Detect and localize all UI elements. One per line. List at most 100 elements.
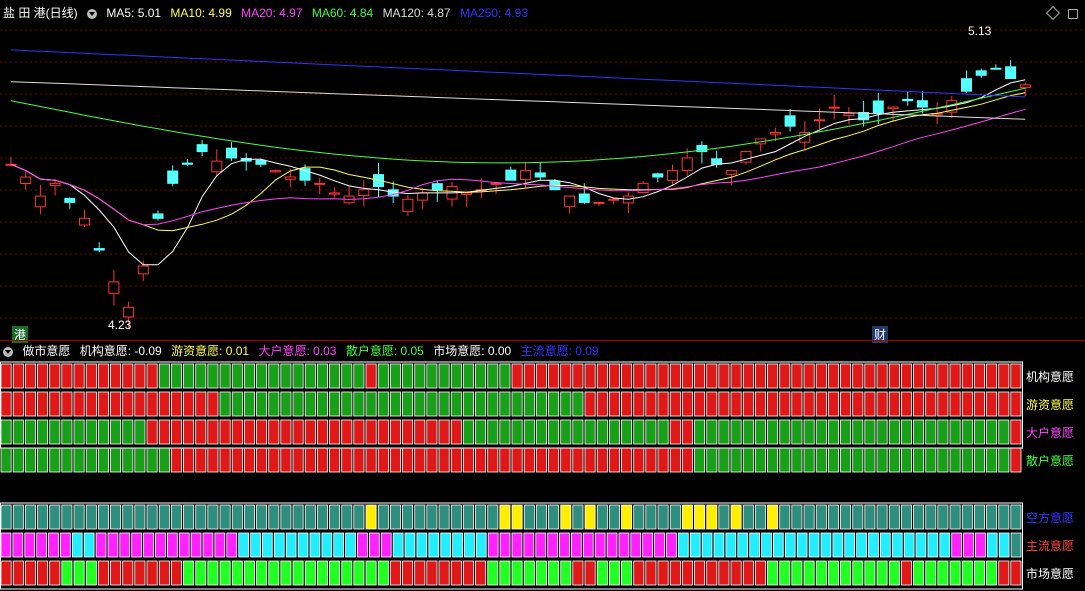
signal-cell bbox=[815, 447, 827, 473]
signal-cell bbox=[392, 532, 404, 558]
signal-cell bbox=[820, 532, 832, 558]
signal-cell bbox=[389, 560, 401, 586]
signal-cell bbox=[594, 532, 606, 558]
signal-cell bbox=[511, 419, 523, 445]
signal-cell bbox=[110, 560, 122, 586]
indicator-grid[interactable] bbox=[0, 0, 1085, 591]
signal-cell bbox=[0, 532, 12, 558]
signal-cell bbox=[915, 532, 927, 558]
signal-cell bbox=[571, 532, 582, 558]
signal-cell bbox=[37, 504, 49, 530]
signal-cell bbox=[85, 560, 97, 586]
signal-cell bbox=[345, 532, 356, 558]
signal-cell bbox=[268, 363, 280, 389]
signal-cell bbox=[730, 363, 742, 389]
signal-cell bbox=[548, 560, 560, 586]
signal-cell bbox=[414, 560, 426, 586]
signal-cell bbox=[864, 419, 876, 445]
signal-cell bbox=[365, 447, 377, 473]
signal-cell bbox=[1010, 447, 1022, 473]
signal-cell bbox=[706, 504, 718, 530]
signal-cell bbox=[238, 532, 249, 558]
signal-cell bbox=[304, 391, 316, 417]
signal-cell bbox=[49, 504, 61, 530]
signal-cell bbox=[110, 363, 122, 389]
signal-cell bbox=[572, 363, 584, 389]
signal-cell bbox=[927, 532, 939, 558]
signal-cell bbox=[61, 391, 73, 417]
signal-cell bbox=[110, 419, 122, 445]
signal-cell bbox=[231, 391, 243, 417]
signal-cell bbox=[329, 504, 341, 530]
signal-cell bbox=[998, 504, 1010, 530]
signal-cell bbox=[669, 419, 681, 445]
signal-cell bbox=[353, 391, 365, 417]
signal-cell bbox=[718, 560, 730, 586]
signal-cell bbox=[852, 504, 864, 530]
signal-cell bbox=[767, 419, 779, 445]
row-label-4: 空方意愿 bbox=[1026, 511, 1075, 525]
signal-cell bbox=[170, 447, 182, 473]
signal-cell bbox=[523, 504, 535, 530]
signal-cell bbox=[170, 560, 182, 586]
signal-cell bbox=[633, 363, 645, 389]
signal-cell bbox=[767, 447, 779, 473]
signal-cell bbox=[462, 391, 474, 417]
signal-cell bbox=[61, 363, 73, 389]
signal-cell bbox=[608, 419, 620, 445]
signal-cell bbox=[219, 447, 231, 473]
signal-cell bbox=[900, 391, 912, 417]
signal-cell bbox=[523, 391, 535, 417]
signal-cell bbox=[998, 447, 1010, 473]
signal-cell bbox=[329, 560, 341, 586]
row-label-0: 机构意愿 bbox=[1026, 370, 1075, 384]
signal-cell bbox=[791, 391, 803, 417]
signal-cell bbox=[730, 504, 742, 530]
signal-cell bbox=[61, 419, 73, 445]
signal-cell bbox=[718, 419, 730, 445]
signal-cell bbox=[827, 363, 839, 389]
signal-cell bbox=[304, 560, 316, 586]
signal-cell bbox=[779, 447, 791, 473]
signal-cell bbox=[487, 447, 499, 473]
signal-cell bbox=[450, 560, 462, 586]
signal-cell bbox=[73, 419, 85, 445]
signal-cell bbox=[316, 504, 328, 530]
signal-cell bbox=[321, 532, 333, 558]
signal-cell bbox=[304, 447, 316, 473]
signal-cell bbox=[0, 391, 12, 417]
signal-cell bbox=[285, 532, 297, 558]
signal-cell bbox=[827, 560, 839, 586]
signal-cell bbox=[183, 504, 195, 530]
signal-cell bbox=[925, 504, 937, 530]
signal-cell bbox=[832, 532, 844, 558]
signal-cell bbox=[511, 391, 523, 417]
signal-cell bbox=[83, 532, 95, 558]
signal-cell bbox=[183, 391, 195, 417]
signal-cell bbox=[949, 363, 961, 389]
signal-cell bbox=[718, 447, 730, 473]
signal-cell bbox=[292, 363, 304, 389]
signal-cell bbox=[535, 560, 547, 586]
signal-cell bbox=[365, 419, 377, 445]
signal-cell bbox=[0, 419, 12, 445]
signal-cell bbox=[158, 419, 170, 445]
signal-cell bbox=[654, 532, 665, 558]
signal-cell bbox=[231, 363, 243, 389]
signal-cell bbox=[499, 504, 511, 530]
signal-cell bbox=[694, 560, 706, 586]
signal-cell bbox=[925, 391, 937, 417]
signal-cell bbox=[377, 391, 389, 417]
signal-cell bbox=[316, 419, 328, 445]
signal-cell bbox=[256, 560, 268, 586]
signal-cell bbox=[584, 504, 596, 530]
signal-cell bbox=[428, 532, 440, 558]
signal-cell bbox=[389, 391, 401, 417]
signal-cell bbox=[36, 532, 48, 558]
signal-cell bbox=[389, 447, 401, 473]
signal-cell bbox=[864, 447, 876, 473]
signal-cell bbox=[572, 419, 584, 445]
signal-cell bbox=[754, 560, 766, 586]
signal-cell bbox=[73, 447, 85, 473]
signal-cell bbox=[645, 504, 657, 530]
